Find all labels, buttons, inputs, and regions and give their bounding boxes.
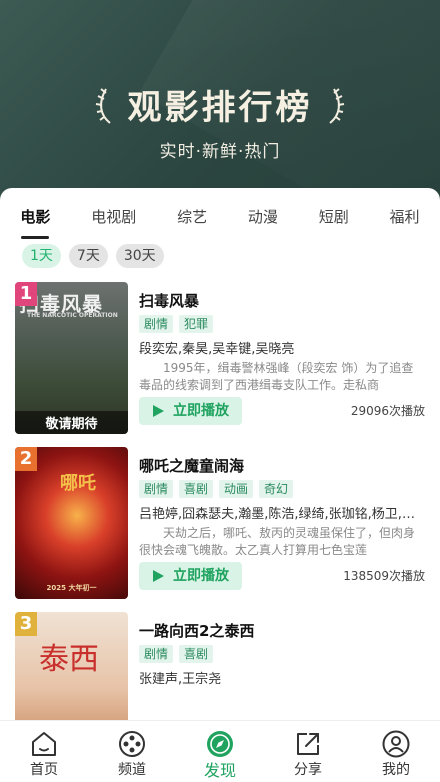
- tab-tv-series[interactable]: 电视剧: [91, 206, 136, 233]
- compass-icon: [207, 731, 233, 757]
- nav-channel[interactable]: 频道: [88, 721, 176, 782]
- play-icon: [153, 405, 164, 417]
- page-title: 观影排行榜: [127, 88, 313, 128]
- bottom-navigation: 首页 频道 发现 分享 我的: [0, 720, 440, 782]
- movie-description: 1995年，缉毒警林强峰（段奕宏 饰）为了追查毒品的线索调到了西港缉毒支队工作。…: [139, 361, 414, 392]
- cast-list: 吕艳婷,囧森瑟夫,瀚墨,陈浩,绿绮,张珈铭,杨卫,王...: [139, 507, 423, 522]
- genre-tag: 动画: [219, 480, 254, 498]
- nav-home-label: 首页: [30, 762, 58, 778]
- tab-movie[interactable]: 电影: [20, 206, 50, 239]
- user-icon: [382, 730, 410, 758]
- poster-subtitle: THE NARCOTIC OPERATION: [27, 312, 118, 319]
- genre-tag: 剧情: [139, 645, 174, 663]
- home-icon: [32, 732, 56, 756]
- laurel-right-icon: [328, 87, 344, 124]
- movie-title[interactable]: 一路向西2之泰西: [139, 620, 254, 641]
- laurel-left-icon: [96, 87, 112, 124]
- movie-title[interactable]: 扫毒风暴: [139, 290, 199, 311]
- play-count: 138509次播放: [343, 569, 425, 583]
- genre-tag: 喜剧: [179, 480, 214, 498]
- play-button-label: 立即播放: [173, 403, 229, 419]
- play-now-button[interactable]: 立即播放: [139, 562, 242, 590]
- nav-profile-label: 我的: [382, 762, 410, 778]
- poster-title: 泰西: [39, 642, 99, 677]
- genre-tag: 奇幻: [259, 480, 294, 498]
- share-icon: [297, 733, 319, 755]
- movie-description: 天劫之后，哪吒、敖丙的灵魂虽保住了，但肉身很快会魂飞魄散。太乙真人打算用七色宝莲: [139, 526, 416, 557]
- time-range-tabs: 1天 7天 30天: [22, 244, 164, 268]
- poster-caption: 敬请期待: [15, 411, 128, 434]
- nav-discover-label: 发现: [203, 761, 236, 780]
- genre-tags: 剧情 喜剧: [139, 645, 214, 663]
- nav-share[interactable]: 分享: [264, 721, 352, 782]
- cast-list: 段奕宏,秦昊,吴幸键,吴晓亮: [139, 342, 295, 357]
- tab-variety[interactable]: 综艺: [177, 206, 207, 233]
- nav-discover[interactable]: 发现: [176, 721, 264, 782]
- play-now-button[interactable]: 立即播放: [139, 397, 242, 425]
- play-button-label: 立即播放: [173, 568, 229, 584]
- rank-badge: 3: [15, 612, 37, 636]
- tab-anime[interactable]: 动漫: [248, 206, 278, 233]
- rank-badge: 2: [15, 447, 37, 471]
- genre-tag: 剧情: [139, 480, 174, 498]
- movie-poster[interactable]: 2 哪吒 2025 大年初一: [15, 447, 128, 599]
- tab-welfare[interactable]: 福利: [390, 206, 420, 233]
- category-tabs: 电影 电视剧 综艺 动漫 短剧 福利: [0, 204, 440, 239]
- movie-title[interactable]: 哪吒之魔童闹海: [139, 455, 244, 476]
- genre-tag: 犯罪: [179, 315, 214, 333]
- nav-channel-label: 频道: [118, 762, 146, 778]
- time-tab-7-days[interactable]: 7天: [68, 244, 108, 268]
- genre-tags: 剧情 犯罪: [139, 315, 214, 333]
- film-reel-icon: [119, 731, 145, 757]
- time-tab-30-days[interactable]: 30天: [115, 244, 164, 268]
- play-count: 29096次播放: [350, 404, 425, 418]
- cast-list: 张建声,王宗尧: [139, 672, 222, 687]
- genre-tag: 剧情: [139, 315, 174, 333]
- list-item[interactable]: 1 扫毒风暴 THE NARCOTIC OPERATION 敬请期待 扫毒风暴 …: [0, 282, 440, 438]
- rank-badge: 1: [15, 282, 37, 306]
- genre-tags: 剧情 喜剧 动画 奇幻: [139, 480, 294, 498]
- movie-poster[interactable]: 1 扫毒风暴 THE NARCOTIC OPERATION 敬请期待: [15, 282, 128, 434]
- nav-share-label: 分享: [294, 762, 322, 778]
- ranking-panel: 电影 电视剧 综艺 动漫 短剧 福利 1天 7天 30天 1 扫毒风暴 THE …: [0, 188, 440, 782]
- header-title-row: 观影排行榜: [0, 80, 440, 129]
- list-item[interactable]: 2 哪吒 2025 大年初一 哪吒之魔童闹海 剧情 喜剧 动画 奇幻 吕艳婷,囧…: [0, 447, 440, 603]
- nav-home[interactable]: 首页: [0, 721, 88, 782]
- genre-tag: 喜剧: [179, 645, 214, 663]
- tab-short-drama[interactable]: 短剧: [319, 206, 349, 233]
- page-subtitle: 实时·新鲜·热门: [159, 142, 281, 162]
- play-icon: [153, 570, 164, 582]
- poster-date: 2025 大年初一: [46, 584, 97, 592]
- header-banner: 观影排行榜 实时·新鲜·热门: [0, 0, 440, 200]
- time-tab-1-day[interactable]: 1天: [22, 244, 61, 268]
- nav-profile[interactable]: 我的: [352, 721, 440, 782]
- poster-title: 哪吒: [60, 473, 96, 494]
